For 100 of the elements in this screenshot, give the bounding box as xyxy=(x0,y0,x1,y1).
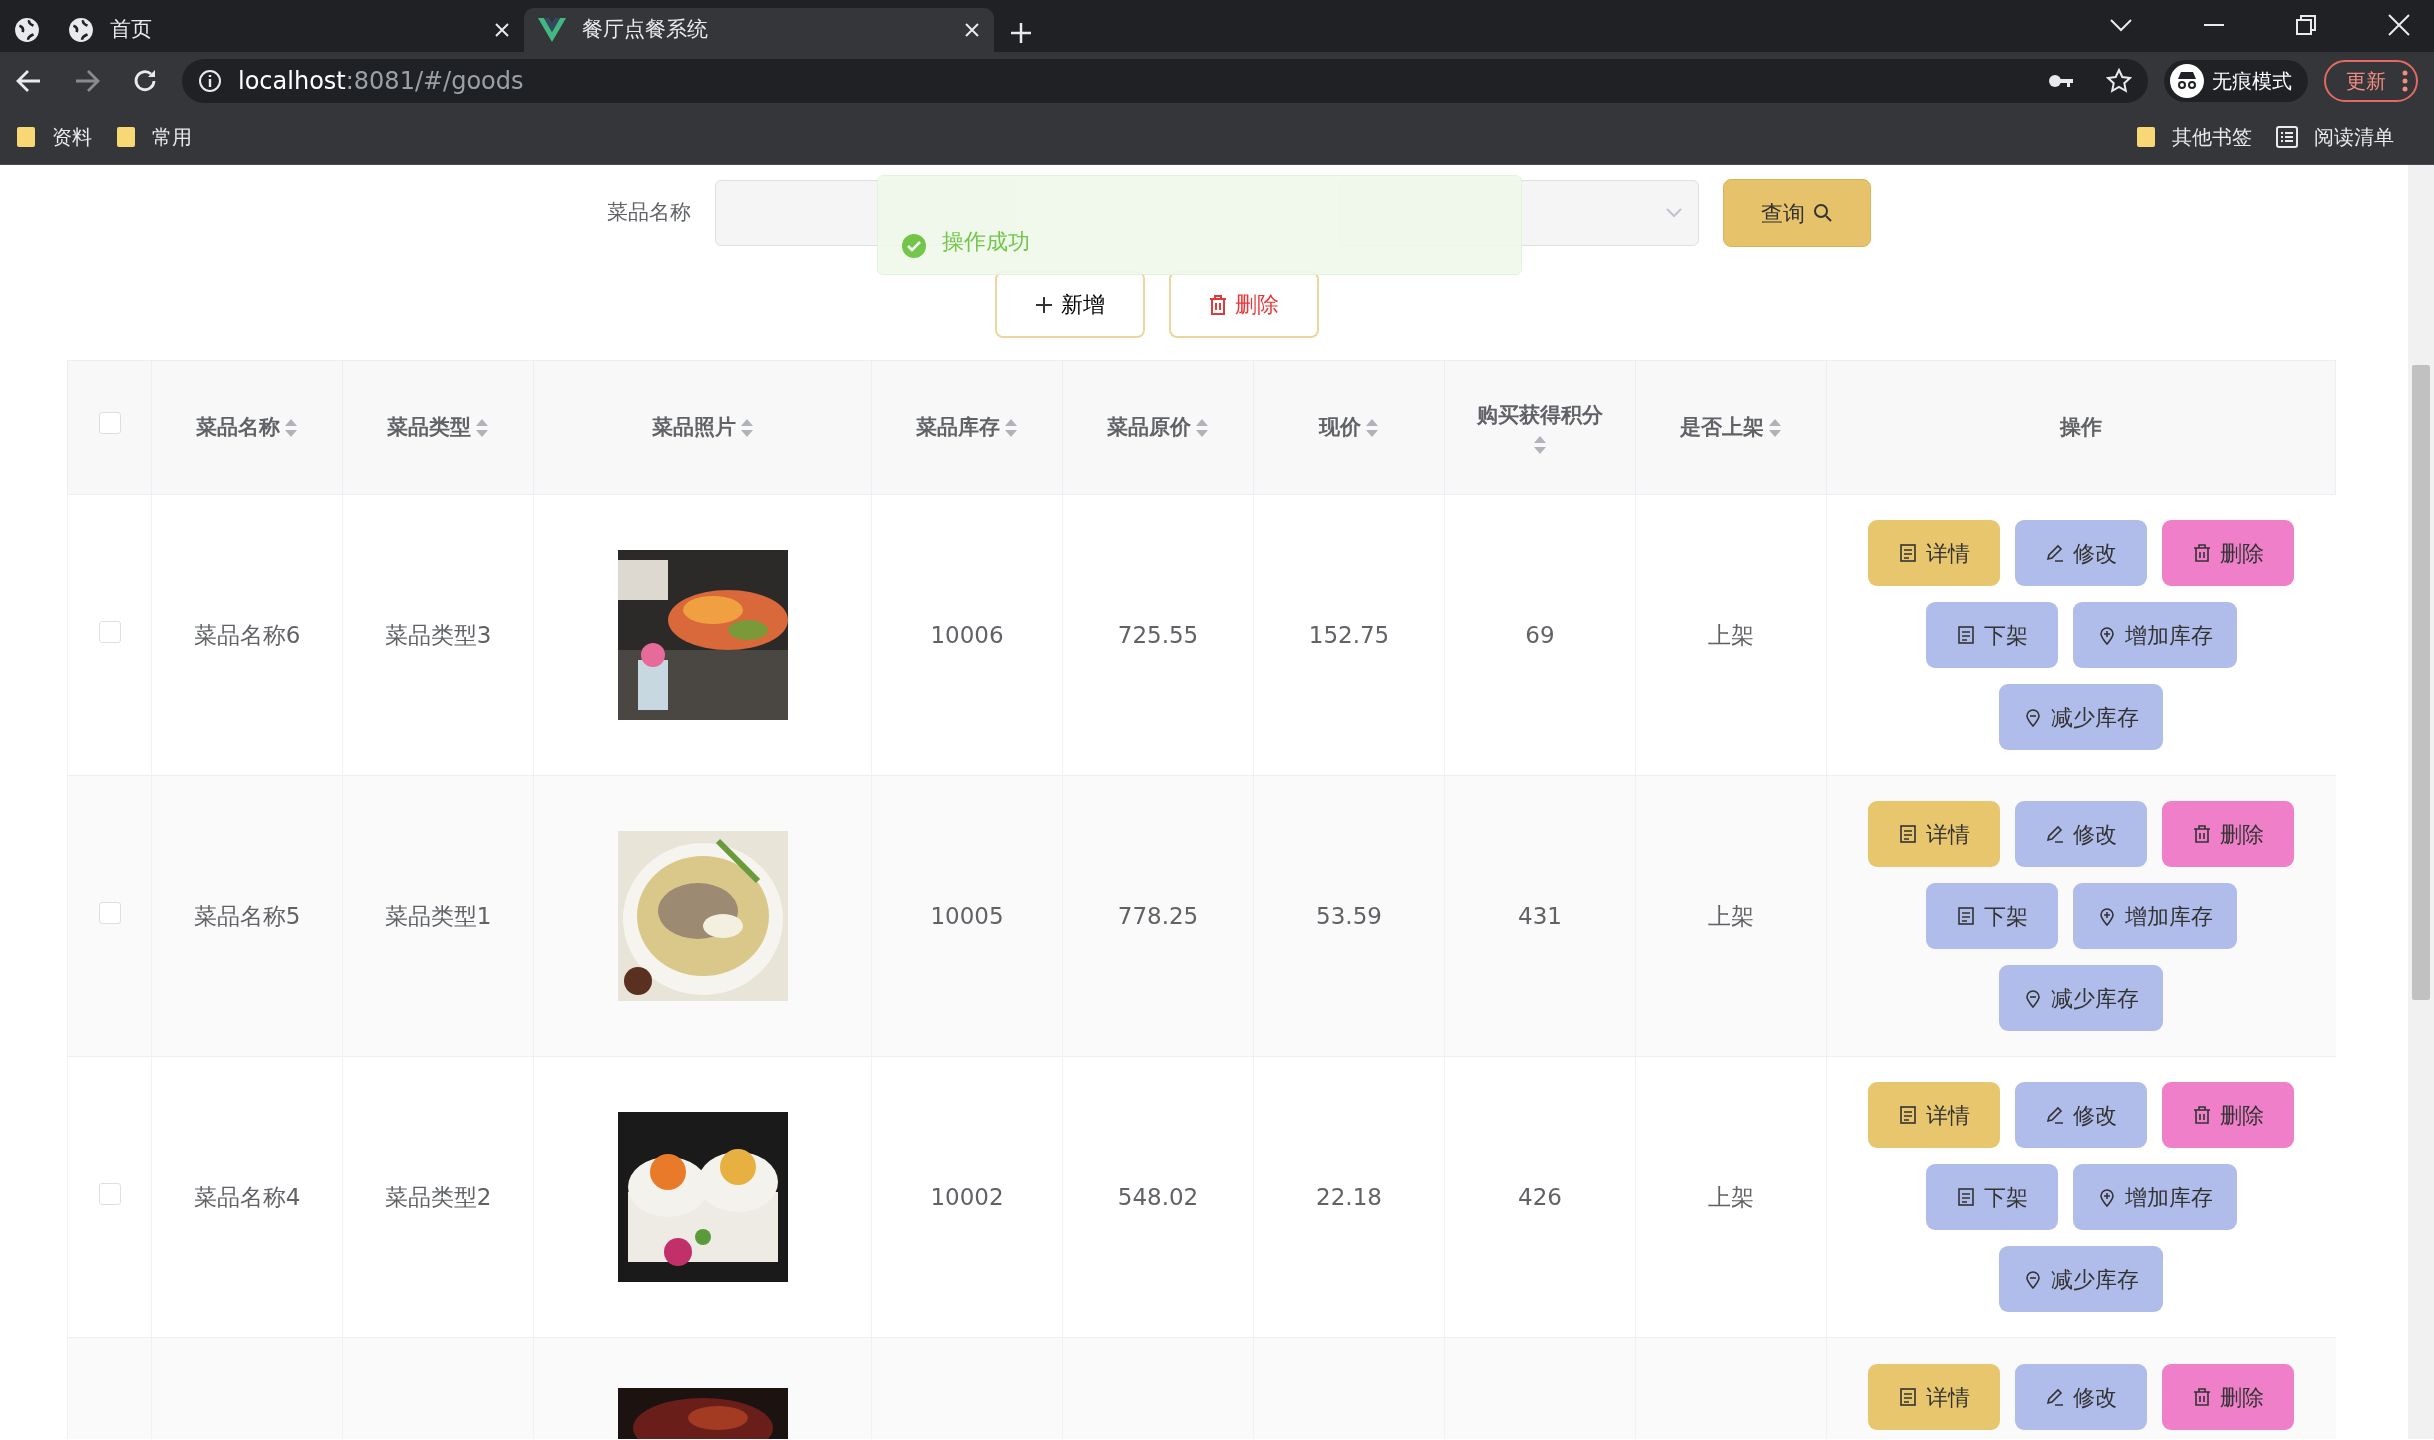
bookmark[interactable]: 资料 xyxy=(16,122,92,152)
reload-icon[interactable] xyxy=(132,68,158,94)
column-header-cell[interactable]: 菜品类型 xyxy=(342,360,534,495)
delete-button[interactable]: 删除 xyxy=(2162,1082,2295,1148)
address-bar[interactable]: localhost:8081/#/goods xyxy=(182,59,2148,103)
chevron-down-icon xyxy=(1666,208,1682,218)
back-icon[interactable] xyxy=(16,68,42,94)
check-circle-icon xyxy=(902,234,926,258)
restore-icon[interactable] xyxy=(2296,15,2316,35)
update-button[interactable]: 更新 xyxy=(2324,60,2418,102)
table-cell: 22.18 xyxy=(1316,1183,1382,1210)
bookmark[interactable]: 常用 xyxy=(116,122,192,152)
column-header-cell[interactable]: 菜品照片 xyxy=(533,360,872,495)
column-header-cell[interactable]: 菜品名称 xyxy=(151,360,343,495)
globe-icon xyxy=(14,17,40,43)
scrollbar[interactable] xyxy=(2408,165,2434,1439)
close-icon[interactable] xyxy=(2388,14,2410,36)
chevron-down-icon[interactable] xyxy=(2110,18,2132,32)
table-cell: 10002 xyxy=(930,1183,1004,1210)
table-cell: 10005 xyxy=(930,902,1004,929)
forward-icon[interactable] xyxy=(74,68,100,94)
checkbox[interactable] xyxy=(98,620,121,643)
table-cell: 菜品名称6 xyxy=(193,621,301,648)
table-cell: 69 xyxy=(1525,621,1555,648)
reduce-stock-button[interactable]: 减少库存 xyxy=(1999,1246,2164,1312)
add-stock-button[interactable]: 增加库存 xyxy=(2072,883,2237,949)
document-icon xyxy=(1898,824,1919,844)
unlist-button[interactable]: 下架 xyxy=(1925,602,2058,668)
edit-button[interactable]: 修改 xyxy=(2015,1364,2148,1430)
sort-icon[interactable] xyxy=(1533,435,1547,456)
more-icon xyxy=(2402,70,2408,92)
pencil-icon xyxy=(2045,824,2066,844)
new-tab-icon[interactable] xyxy=(1010,22,1032,44)
column-header: 是否上架 xyxy=(1680,413,1764,441)
detail-button[interactable]: 详情 xyxy=(1868,520,2001,586)
key-icon[interactable] xyxy=(2048,73,2074,89)
delete-button[interactable]: 删除 xyxy=(2162,801,2295,867)
close-icon[interactable] xyxy=(964,22,980,38)
browser-tab[interactable]: 首页 xyxy=(54,8,524,52)
detail-button[interactable]: 详情 xyxy=(1868,801,2001,867)
plus-icon xyxy=(1035,295,1053,314)
add-stock-button[interactable]: 增加库存 xyxy=(2072,602,2237,668)
edit-button[interactable]: 修改 xyxy=(2015,1082,2148,1148)
delete-button[interactable]: 删除 xyxy=(2162,1364,2295,1430)
edit-button[interactable]: 修改 xyxy=(2015,801,2148,867)
column-header-cell[interactable]: 购买获得积分 xyxy=(1444,360,1636,495)
add-stock-button[interactable]: 增加库存 xyxy=(2072,1164,2237,1230)
browser-tab[interactable]: 餐厅点餐系统 xyxy=(524,8,994,52)
globe-icon xyxy=(68,17,94,43)
sort-icon[interactable] xyxy=(1365,417,1379,438)
unlist-button[interactable]: 下架 xyxy=(1925,1164,2058,1230)
column-header: 菜品名称 xyxy=(196,413,280,441)
column-header: 菜品照片 xyxy=(651,413,736,441)
sort-icon[interactable] xyxy=(1768,417,1782,438)
info-icon[interactable] xyxy=(198,69,222,93)
column-header-cell[interactable]: 菜品原价 xyxy=(1062,360,1254,495)
query-button[interactable]: 查询 xyxy=(1723,179,1871,247)
sort-icon[interactable] xyxy=(475,417,489,438)
unlist-button[interactable]: 下架 xyxy=(1925,883,2058,949)
edit-button[interactable]: 修改 xyxy=(2015,520,2148,586)
reduce-stock-button[interactable]: 减少库存 xyxy=(1999,965,2164,1031)
bookmark[interactable]: 其他书签 xyxy=(2136,122,2252,152)
folder-icon xyxy=(2136,125,2156,149)
column-header-cell[interactable]: 是否上架 xyxy=(1635,360,1827,495)
reduce-stock-button[interactable]: 减少库存 xyxy=(1999,684,2164,750)
table-cell: 778.25 xyxy=(1117,902,1199,929)
sort-icon[interactable] xyxy=(1195,417,1209,438)
v-logo-icon xyxy=(538,18,566,42)
column-header-cell[interactable]: 菜品库存 xyxy=(871,360,1063,495)
detail-button[interactable]: 详情 xyxy=(1868,1082,2001,1148)
bookmark[interactable]: 阅读清单 xyxy=(2276,122,2394,152)
checkbox[interactable] xyxy=(98,901,121,924)
sort-icon[interactable] xyxy=(284,417,298,438)
table-cell: 菜品类型1 xyxy=(384,902,492,929)
document-icon xyxy=(1898,543,1919,563)
document-icon xyxy=(1898,1105,1919,1125)
profile-chip[interactable]: 无痕模式 xyxy=(2164,60,2308,102)
checkbox[interactable] xyxy=(98,1182,121,1205)
detail-button[interactable]: 详情 xyxy=(1868,1364,2001,1430)
checkbox[interactable] xyxy=(98,411,121,434)
field-label: 菜品名称 xyxy=(607,199,691,227)
table-cell: 上架 xyxy=(1708,902,1754,929)
column-header: 菜品库存 xyxy=(916,413,1000,441)
document-icon xyxy=(1955,1187,1976,1207)
sort-icon[interactable] xyxy=(1004,417,1018,438)
minimize-icon[interactable] xyxy=(2204,23,2224,27)
sort-icon[interactable] xyxy=(739,417,754,438)
table-cell: 10006 xyxy=(930,621,1004,648)
star-icon[interactable] xyxy=(2106,68,2132,94)
folder-icon xyxy=(16,125,36,149)
delete-button[interactable]: 删除 xyxy=(2162,520,2295,586)
trash-icon xyxy=(2192,543,2213,563)
table-cell: 上架 xyxy=(1708,621,1754,648)
trash-icon xyxy=(2192,1105,2213,1125)
document-icon xyxy=(1955,906,1976,926)
table-cell: 菜品类型3 xyxy=(384,621,492,648)
column-header-cell[interactable]: 现价 xyxy=(1253,360,1445,495)
table-cell: 菜品名称5 xyxy=(193,902,301,929)
close-icon[interactable] xyxy=(494,22,510,38)
document-icon xyxy=(1898,1387,1919,1407)
